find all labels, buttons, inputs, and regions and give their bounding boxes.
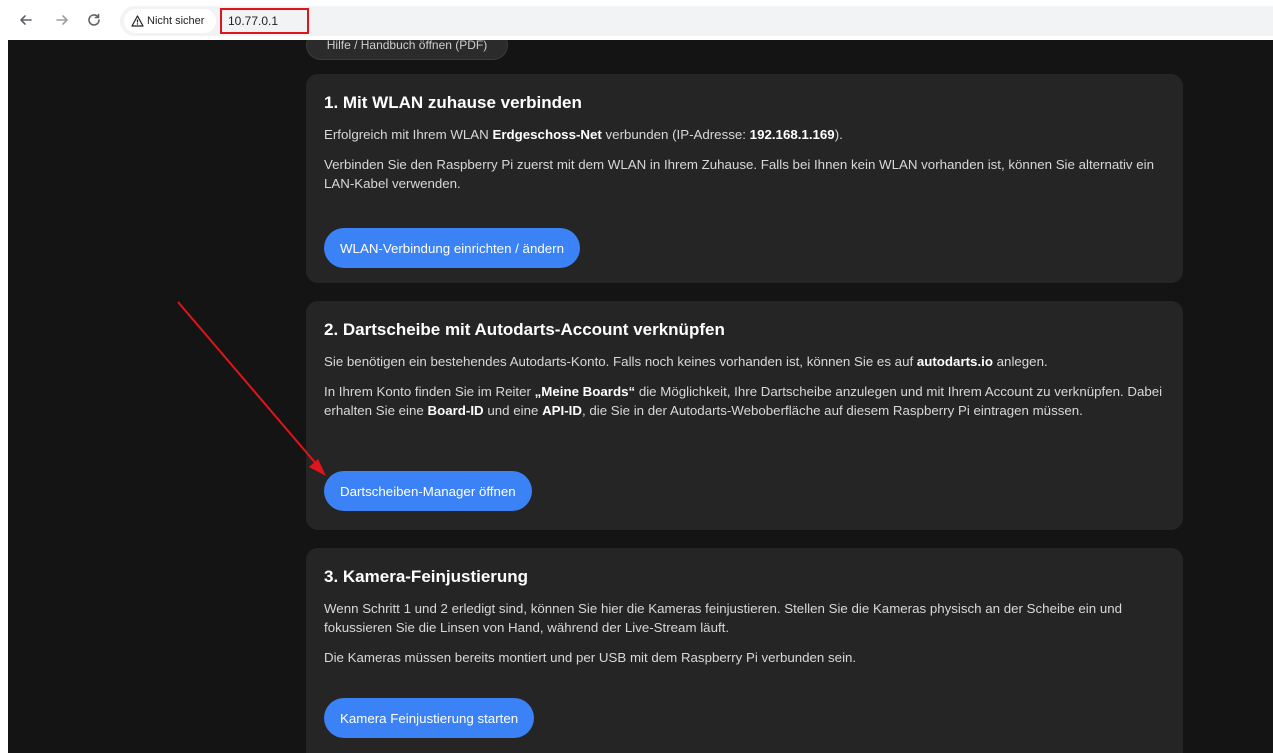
- step2-card: 2. Dartscheibe mit Autodarts-Account ver…: [306, 301, 1183, 530]
- step1-title: 1. Mit WLAN zuhause verbinden: [324, 93, 582, 112]
- wlan-setup-button[interactable]: WLAN-Verbindung einrichten / ändern: [324, 228, 580, 268]
- network-name: Erdgeschoss-Net: [492, 127, 602, 142]
- meine-boards-tab-name: „Meine Boards“: [534, 384, 636, 399]
- browser-toolbar: Nicht sicher 10.77.0.1: [0, 0, 1273, 40]
- autodarts-link[interactable]: autodarts.io: [917, 354, 993, 369]
- step1-description: Verbinden Sie den Raspberry Pi zuerst mi…: [324, 157, 1154, 191]
- step3-description: Wenn Schritt 1 und 2 erledigt sind, könn…: [324, 601, 1123, 635]
- api-id-term: API-ID: [542, 403, 582, 418]
- help-manual-label: Hilfe / Handbuch öffnen (PDF): [326, 40, 488, 52]
- ip-address: 192.168.1.169: [749, 127, 835, 142]
- security-label: Nicht sicher: [147, 15, 205, 27]
- camera-adjust-button[interactable]: Kamera Feinjustierung starten: [324, 698, 535, 738]
- dartboard-manager-button[interactable]: Dartscheiben-Manager öffnen: [324, 471, 532, 511]
- back-arrow-icon[interactable]: [14, 8, 38, 32]
- page-content: Hilfe / Handbuch öffnen (PDF) 1. Mit WLA…: [8, 40, 1273, 753]
- step2-board-instructions: In Ihrem Konto finden Sie im Reiter „Mei…: [324, 384, 1163, 418]
- step2-title: 2. Dartscheibe mit Autodarts-Account ver…: [324, 320, 725, 339]
- step1-card: 1. Mit WLAN zuhause verbinden Erfolgreic…: [306, 74, 1183, 283]
- step3-requirement: Die Kameras müssen bereits montiert und …: [324, 650, 857, 665]
- security-indicator[interactable]: Nicht sicher: [124, 9, 216, 33]
- reload-icon[interactable]: [82, 8, 106, 32]
- url-text[interactable]: 10.77.0.1: [220, 8, 309, 34]
- step3-title: 3. Kamera-Feinjustierung: [324, 567, 529, 586]
- forward-arrow-icon[interactable]: [50, 8, 74, 32]
- step1-status: Erfolgreich mit Ihrem WLAN Erdgeschoss-N…: [324, 127, 843, 142]
- board-id-term: Board-ID: [427, 403, 484, 418]
- step2-account-info: Sie benötigen ein bestehendes Autodarts-…: [324, 354, 1048, 369]
- help-manual-button[interactable]: Hilfe / Handbuch öffnen (PDF): [306, 40, 508, 60]
- step3-card: 3. Kamera-Feinjustierung Wenn Schritt 1 …: [306, 548, 1183, 753]
- warning-icon: [131, 15, 144, 27]
